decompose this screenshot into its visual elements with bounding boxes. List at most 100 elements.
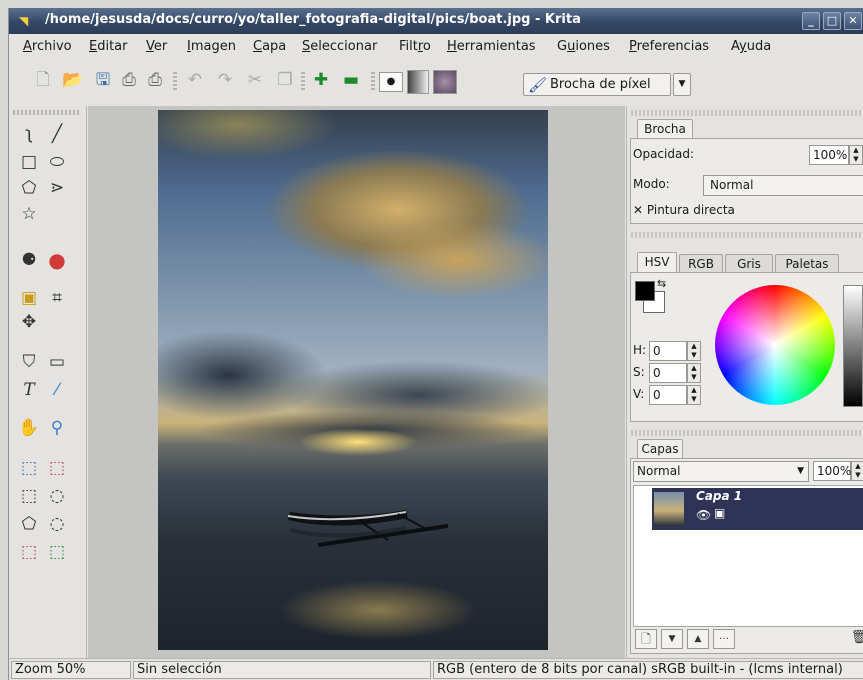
layer-row[interactable]: Capa 1 👁 ▣ (652, 488, 863, 530)
tab-hsv[interactable]: HSV (637, 252, 677, 272)
gradient-tool-icon[interactable]: ▭ (45, 350, 69, 374)
move-layer-down-icon[interactable]: ▼ (661, 629, 683, 649)
v-label: V: (633, 387, 645, 401)
toolbox-grip[interactable] (13, 110, 79, 115)
color-select-icon[interactable]: ⬚ (45, 540, 69, 564)
ellipse-select-icon[interactable]: ◌ (45, 484, 69, 508)
brush-shape-icon[interactable]: ● (379, 72, 403, 92)
open-folder-icon[interactable]: 📂 (61, 68, 85, 92)
layer-opacity-stepper[interactable]: ▲ ▼ (851, 461, 863, 481)
color-panel: ⇆ H: 0 ▲ ▼ S: 0 ▲ ▼ V: 0 ▲ ▼ ✕ (630, 272, 863, 422)
new-layer-icon[interactable]: 🗋 (635, 629, 657, 649)
freehand-brush-icon[interactable]: ʅ (17, 122, 41, 146)
contiguous-select-icon[interactable]: ⬚ (17, 540, 41, 564)
toolbar-separator (371, 72, 375, 92)
line-tool-icon[interactable]: ╱ (45, 122, 69, 146)
lock-icon[interactable]: ▣ (714, 506, 725, 520)
minimize-icon[interactable]: _ (802, 12, 820, 30)
menu-bar: Archivo Editar Ver Imagen Capa Seleccion… (9, 34, 863, 60)
menu-preferencias[interactable]: Preferencias (629, 39, 709, 54)
polygon-select-icon[interactable]: ⬠ (17, 512, 41, 536)
value-slider[interactable] (843, 285, 863, 407)
zoom-tool-icon[interactable]: ⚲ (45, 416, 69, 440)
title-bar[interactable]: ◥ /home/jesusda/docs/curro/yo/taller_fot… (9, 8, 863, 34)
fill-tool-icon[interactable]: ⛉ (17, 350, 41, 374)
maximize-icon[interactable]: □ (823, 12, 841, 30)
v-stepper[interactable]: ▲ ▼ (687, 385, 701, 405)
rect-select-icon[interactable]: ⬚ (17, 484, 41, 508)
text-tool-icon[interactable]: T (17, 378, 41, 402)
menu-ver[interactable]: Ver (146, 39, 167, 54)
pan-tool-icon[interactable]: ✋ (17, 416, 41, 440)
swap-colors-icon[interactable]: ⇆ (657, 277, 666, 290)
tab-gris[interactable]: Gris (725, 254, 773, 274)
new-document-icon[interactable]: 🗋 (31, 68, 55, 92)
copy-icon[interactable]: ❐ (273, 68, 297, 92)
dock-grip[interactable] (631, 430, 863, 436)
menu-seleccionar[interactable]: Seleccionar (302, 39, 377, 54)
eye-icon[interactable]: 👁 (696, 508, 711, 522)
tab-capas[interactable]: Capas (637, 439, 683, 459)
canvas-image[interactable] (158, 110, 548, 650)
menu-capa[interactable]: Capa (253, 39, 286, 54)
star-tool-icon[interactable]: ☆ (17, 202, 41, 226)
move-layer-up-icon[interactable]: ▲ (687, 629, 709, 649)
selection-brush-icon[interactable]: ⬚ (17, 456, 41, 480)
dock-grip[interactable] (631, 232, 863, 238)
outline-select-icon[interactable]: ◌ (45, 512, 69, 536)
filter-brush-icon[interactable]: ● (45, 248, 69, 272)
blend-mode-select[interactable]: Normal (703, 175, 863, 196)
toolbox: ʅ ╱ □ ⬭ ⬠ ⋗ ☆ ⚈ ● ▣ ⌗ ✥ ⛉ ▭ T ⁄ ✋ ⚲ ⬚ ⬚ … (9, 106, 87, 658)
krita-icon: ◥ (19, 14, 29, 28)
direct-paint-checkbox[interactable]: ✕ Pintura directa (633, 203, 735, 217)
zoom-out-icon[interactable]: ▬ (339, 68, 363, 92)
gradient-icon[interactable] (407, 70, 429, 94)
canvas-area[interactable] (88, 106, 625, 658)
polygon-tool-icon[interactable]: ⬠ (17, 176, 41, 200)
polyline-tool-icon[interactable]: ⋗ (45, 176, 69, 200)
foreground-color-swatch[interactable] (635, 281, 655, 301)
zoom-in-icon[interactable]: ✚ (309, 68, 333, 92)
duplicate-tool-icon[interactable]: ⚈ (17, 248, 41, 272)
crop-tool-icon[interactable]: ⌗ (45, 286, 69, 310)
dock-grip[interactable] (631, 110, 863, 116)
opacity-input[interactable]: 100% (809, 145, 849, 165)
color-picker-icon[interactable]: ⁄ (45, 378, 69, 402)
print-icon[interactable]: ⎙ (117, 68, 141, 92)
delete-layer-icon[interactable]: 🗑 (849, 629, 863, 649)
undo-icon[interactable]: ↶ (183, 68, 207, 92)
redo-icon[interactable]: ↷ (213, 68, 237, 92)
print-preview-icon[interactable]: ⎙ (143, 68, 167, 92)
h-stepper[interactable]: ▲ ▼ (687, 341, 701, 361)
ellipse-tool-icon[interactable]: ⬭ (45, 150, 69, 174)
move-tool-icon[interactable]: ✥ (17, 310, 41, 334)
tab-rgb[interactable]: RGB (679, 254, 723, 274)
tab-brocha[interactable]: Brocha (637, 119, 693, 139)
selection-eraser-icon[interactable]: ⬚ (45, 456, 69, 480)
layer-properties-icon[interactable]: … (713, 629, 735, 649)
main-toolbar: 🗋 📂 🖫 ⎙ ⎙ ↶ ↷ ✂ ❐ ✚ ▬ ● 🖌 Brocha de píxe… (9, 60, 863, 106)
menu-archivo[interactable]: Archivo (23, 39, 72, 54)
layer-opacity-input[interactable]: 100% (813, 461, 851, 481)
s-stepper[interactable]: ▲ ▼ (687, 363, 701, 383)
menu-imagen[interactable]: Imagen (187, 39, 236, 54)
tab-paletas[interactable]: Paletas (775, 254, 839, 274)
h-input[interactable]: 0 (649, 341, 687, 361)
rectangle-tool-icon[interactable]: □ (17, 150, 41, 174)
menu-guiones[interactable]: Guiones (557, 39, 610, 54)
cut-icon[interactable]: ✂ (243, 68, 267, 92)
menu-editar[interactable]: Editar (89, 39, 128, 54)
chevron-down-icon[interactable]: ▼ (673, 73, 691, 96)
v-input[interactable]: 0 (649, 385, 687, 405)
layer-blend-select[interactable]: Normal ▼ (633, 461, 809, 482)
s-input[interactable]: 0 (649, 363, 687, 383)
menu-ayuda[interactable]: Ayuda (731, 39, 771, 54)
menu-filtro[interactable]: Filtro (399, 39, 431, 54)
menu-herramientas[interactable]: Herramientas (447, 39, 536, 54)
opacity-stepper[interactable]: ▲ ▼ (849, 145, 863, 165)
pattern-icon[interactable] (433, 70, 457, 94)
paint-op-selector[interactable]: 🖌 Brocha de píxel (523, 73, 671, 96)
move-layer-icon[interactable]: ▣ (17, 286, 41, 310)
close-icon[interactable]: ✕ (844, 12, 862, 30)
save-icon[interactable]: 🖫 (91, 68, 115, 92)
